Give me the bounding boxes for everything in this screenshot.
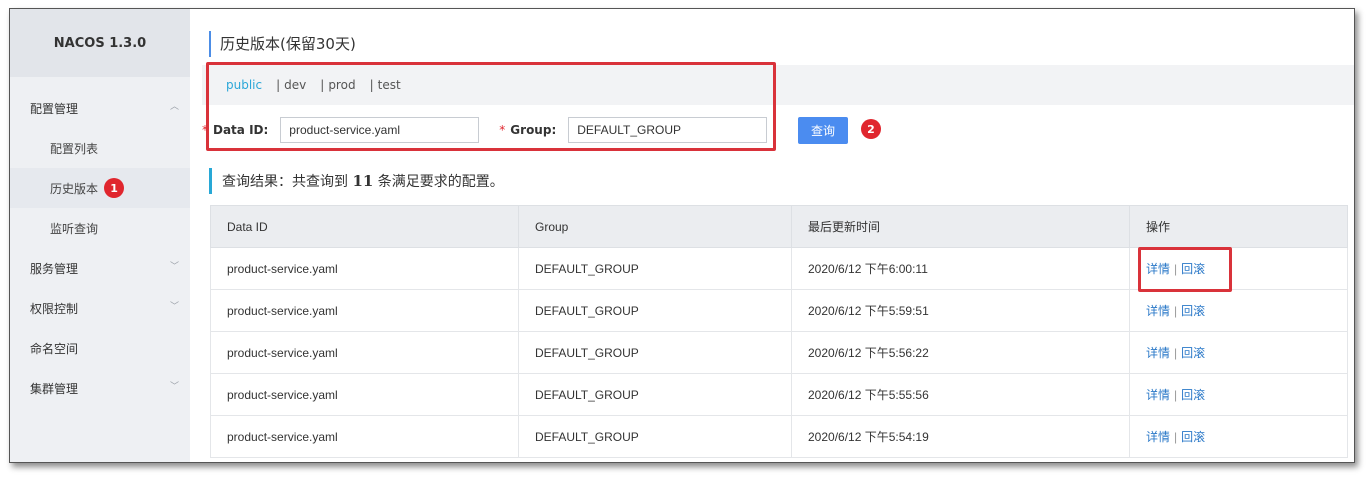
sidebar-item-label: 权限控制	[30, 301, 79, 316]
brand-logo: NACOS 1.3.0	[10, 9, 190, 77]
divider: |	[1174, 346, 1178, 360]
sidebar-item-access-control[interactable]: 权限控制 ﹀	[10, 288, 190, 328]
rollback-link[interactable]: 回滚	[1181, 388, 1205, 402]
sidebar-item-namespace[interactable]: 命名空间	[10, 328, 190, 368]
app-window: NACOS 1.3.0 配置管理 ︿ 配置列表 历史版本 1 监听查询 服务管理…	[9, 8, 1355, 463]
chevron-down-icon: ﹀	[170, 262, 180, 272]
cell-time: 2020/6/12 下午5:55:56	[791, 373, 1130, 416]
cell-group: DEFAULT_GROUP	[518, 373, 792, 416]
sidebar-item-label: 历史版本	[50, 181, 99, 196]
result-count: 11	[352, 172, 374, 190]
cell-time: 2020/6/12 下午5:59:51	[791, 289, 1130, 332]
result-prefix: 查询结果：共查询到	[222, 174, 348, 190]
sidebar-item-label: 服务管理	[30, 261, 79, 276]
cell-data-id: product-service.yaml	[210, 247, 519, 290]
sidebar-item-label: 集群管理	[30, 381, 79, 396]
cell-data-id: product-service.yaml	[210, 373, 519, 416]
cell-actions: 详情 | 回滚	[1129, 289, 1348, 332]
rollback-link[interactable]: 回滚	[1181, 430, 1205, 444]
page-title: 历史版本(保留30天)	[209, 31, 356, 57]
sidebar-item-label: 配置列表	[50, 141, 99, 156]
main-content: 历史版本(保留30天) public | dev | prod | test *…	[190, 9, 1354, 462]
rollback-link[interactable]: 回滚	[1181, 346, 1205, 360]
sidebar-item-config-management[interactable]: 配置管理 ︿	[10, 88, 190, 128]
cell-group: DEFAULT_GROUP	[518, 247, 792, 290]
table-row: product-service.yaml DEFAULT_GROUP 2020/…	[210, 415, 1348, 458]
sidebar-item-label: 监听查询	[50, 221, 99, 236]
column-header: 最后更新时间	[791, 205, 1130, 248]
sidebar-item-label: 配置管理	[30, 101, 79, 116]
cell-actions: 详情 | 回滚	[1129, 415, 1348, 458]
highlight-box	[1138, 247, 1232, 292]
query-button[interactable]: 查询	[798, 117, 848, 144]
sidebar-item-label: 命名空间	[30, 341, 79, 356]
cell-time: 2020/6/12 下午5:54:19	[791, 415, 1130, 458]
cell-actions: 详情 | 回滚	[1129, 331, 1348, 374]
column-header: Data ID	[210, 205, 519, 248]
step-badge: 2	[861, 119, 881, 139]
divider: |	[1174, 430, 1178, 444]
result-suffix: 条满足要求的配置。	[377, 174, 504, 190]
divider: |	[1174, 304, 1178, 318]
cell-group: DEFAULT_GROUP	[518, 415, 792, 458]
sidebar: NACOS 1.3.0 配置管理 ︿ 配置列表 历史版本 1 监听查询 服务管理…	[10, 9, 190, 462]
chevron-down-icon: ﹀	[170, 302, 180, 312]
cell-time: 2020/6/12 下午5:56:22	[791, 331, 1130, 374]
table-header-row: Data ID Group 最后更新时间 操作	[210, 205, 1348, 248]
column-header: Group	[518, 205, 792, 248]
highlight-box	[206, 62, 776, 151]
rollback-link[interactable]: 回滚	[1181, 304, 1205, 318]
sidebar-item-cluster-management[interactable]: 集群管理 ﹀	[10, 368, 190, 408]
cell-data-id: product-service.yaml	[210, 331, 519, 374]
sidebar-item-listener-query[interactable]: 监听查询	[10, 208, 190, 248]
chevron-down-icon: ﹀	[170, 382, 180, 392]
table-row: product-service.yaml DEFAULT_GROUP 2020/…	[210, 373, 1348, 416]
detail-link[interactable]: 详情	[1146, 388, 1170, 402]
result-summary: 查询结果：共查询到 11 条满足要求的配置。	[209, 168, 504, 194]
cell-group: DEFAULT_GROUP	[518, 289, 792, 332]
cell-time: 2020/6/12 下午6:00:11	[791, 247, 1130, 290]
table-row: product-service.yaml DEFAULT_GROUP 2020/…	[210, 331, 1348, 374]
cell-actions: 详情 | 回滚	[1129, 373, 1348, 416]
cell-data-id: product-service.yaml	[210, 289, 519, 332]
detail-link[interactable]: 详情	[1146, 346, 1170, 360]
sidebar-item-service-management[interactable]: 服务管理 ﹀	[10, 248, 190, 288]
cell-group: DEFAULT_GROUP	[518, 331, 792, 374]
chevron-up-icon: ︿	[170, 102, 180, 112]
sidebar-item-config-list[interactable]: 配置列表	[10, 128, 190, 168]
table-row: product-service.yaml DEFAULT_GROUP 2020/…	[210, 289, 1348, 332]
step-badge: 1	[104, 178, 125, 198]
column-header: 操作	[1129, 205, 1348, 248]
detail-link[interactable]: 详情	[1146, 304, 1170, 318]
detail-link[interactable]: 详情	[1146, 430, 1170, 444]
cell-data-id: product-service.yaml	[210, 415, 519, 458]
divider: |	[1174, 388, 1178, 402]
history-table: Data ID Group 最后更新时间 操作 product-service.…	[210, 205, 1348, 458]
sidebar-item-history[interactable]: 历史版本 1	[10, 168, 190, 208]
